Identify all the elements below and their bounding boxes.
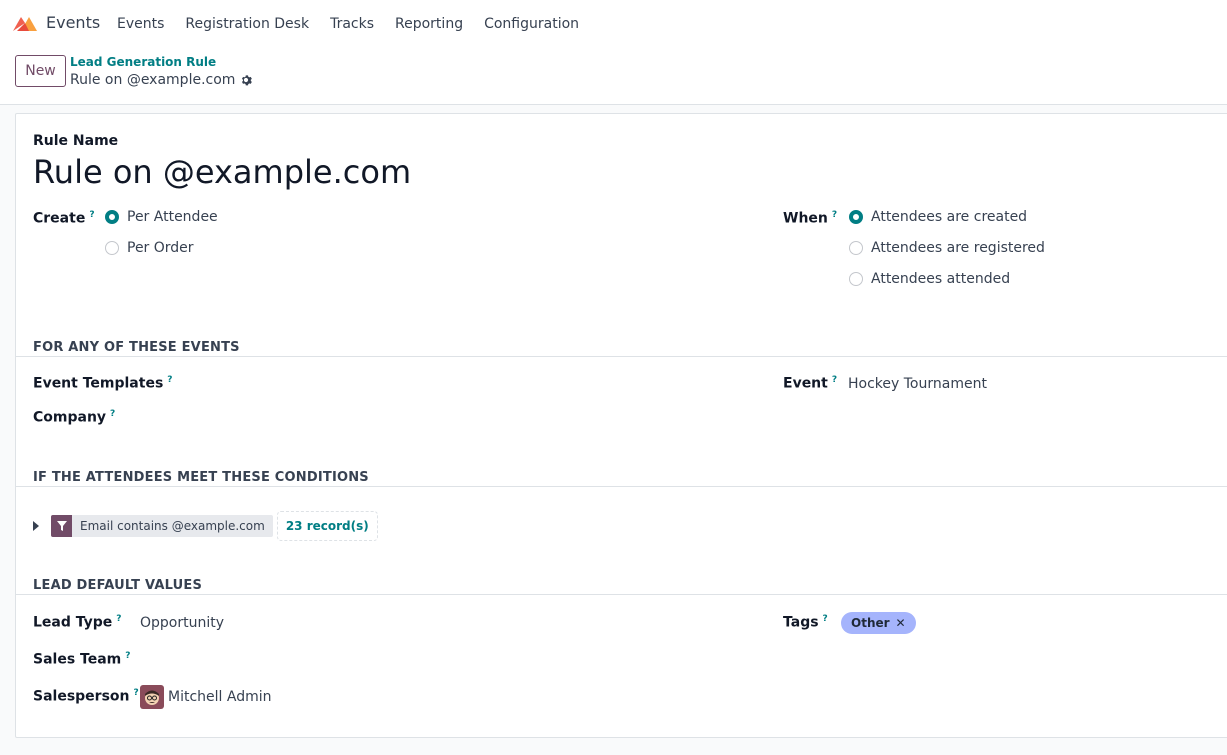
menu-events[interactable]: Events [117,16,164,32]
sales-team-label: Sales Team? [33,651,131,668]
section-divider [16,594,1227,595]
new-button[interactable]: New [15,55,66,87]
filter-icon [51,515,72,537]
tags-help-icon[interactable]: ? [823,614,828,624]
when-option-attended[interactable]: Attendees attended [849,271,1010,287]
rule-name-input[interactable]: Rule on @example.com [33,153,411,191]
radio-unchecked-icon[interactable] [849,272,863,286]
salesperson-field[interactable]: Mitchell Admin [168,689,272,705]
when-help-icon[interactable]: ? [832,210,837,220]
section-conditions-title: IF THE ATTENDEES MEET THESE CONDITIONS [33,470,369,485]
menu-registration-desk[interactable]: Registration Desk [185,16,309,32]
lead-type-help-icon[interactable]: ? [116,614,121,624]
form-sheet: Rule Name Rule on @example.com Create? P… [15,113,1227,738]
radio-unchecked-icon[interactable] [105,241,119,255]
company-label: Company? [33,409,116,426]
create-option-per-order[interactable]: Per Order [105,240,194,256]
when-label: When? [783,210,838,227]
company-help-icon[interactable]: ? [110,409,115,419]
event-templates-help-icon[interactable]: ? [167,375,172,385]
lead-type-field[interactable]: Opportunity [140,615,224,631]
when-option-created[interactable]: Attendees are created [849,209,1027,225]
tag-label: Other [851,616,890,630]
breadcrumb-current: Rule on @example.com [70,72,253,88]
filter-text: Email contains @example.com [80,519,265,533]
filter-facet[interactable]: Email contains @example.com [51,515,273,537]
when-option-registered[interactable]: Attendees are registered [849,240,1045,256]
records-count-button[interactable]: 23 record(s) [276,511,378,541]
create-option-per-attendee[interactable]: Per Attendee [105,209,218,225]
salesperson-help-icon[interactable]: ? [134,688,139,698]
create-help-icon[interactable]: ? [89,210,94,220]
control-panel: New Lead Generation Rule Rule on @exampl… [0,47,1227,105]
event-field[interactable]: Hockey Tournament [848,376,987,392]
app-name[interactable]: Events [46,13,100,32]
menu-reporting[interactable]: Reporting [395,16,463,32]
section-divider [16,356,1227,357]
main-menu: Events Registration Desk Tracks Reportin… [117,16,600,32]
lead-type-label: Lead Type? [33,614,122,631]
breadcrumb-parent[interactable]: Lead Generation Rule [70,55,216,69]
radio-checked-icon[interactable] [105,210,119,224]
avatar [140,685,164,709]
sales-team-help-icon[interactable]: ? [125,651,130,661]
close-icon[interactable]: ✕ [896,616,906,630]
gear-icon[interactable] [240,74,253,86]
domain-filter: Email contains @example.com 23 record(s) [33,511,378,541]
section-events-title: FOR ANY OF THESE EVENTS [33,340,240,355]
caret-right-icon[interactable] [33,521,39,531]
event-templates-label: Event Templates? [33,375,173,392]
event-label: Event? [783,375,838,392]
salesperson-label: Salesperson? [33,688,139,705]
top-navbar: Events Events Registration Desk Tracks R… [0,0,1227,47]
create-label: Create? [33,210,95,227]
menu-configuration[interactable]: Configuration [484,16,579,32]
section-divider [16,486,1227,487]
tag-badge: Other ✕ [841,612,916,634]
tags-label: Tags? [783,614,828,631]
menu-tracks[interactable]: Tracks [330,16,374,32]
rule-name-label: Rule Name [33,133,119,149]
radio-checked-icon[interactable] [849,210,863,224]
section-defaults-title: LEAD DEFAULT VALUES [33,578,203,593]
event-help-icon[interactable]: ? [832,375,837,385]
app-logo-icon[interactable] [11,13,39,33]
radio-unchecked-icon[interactable] [849,241,863,255]
breadcrumb-current-label: Rule on @example.com [70,72,236,88]
